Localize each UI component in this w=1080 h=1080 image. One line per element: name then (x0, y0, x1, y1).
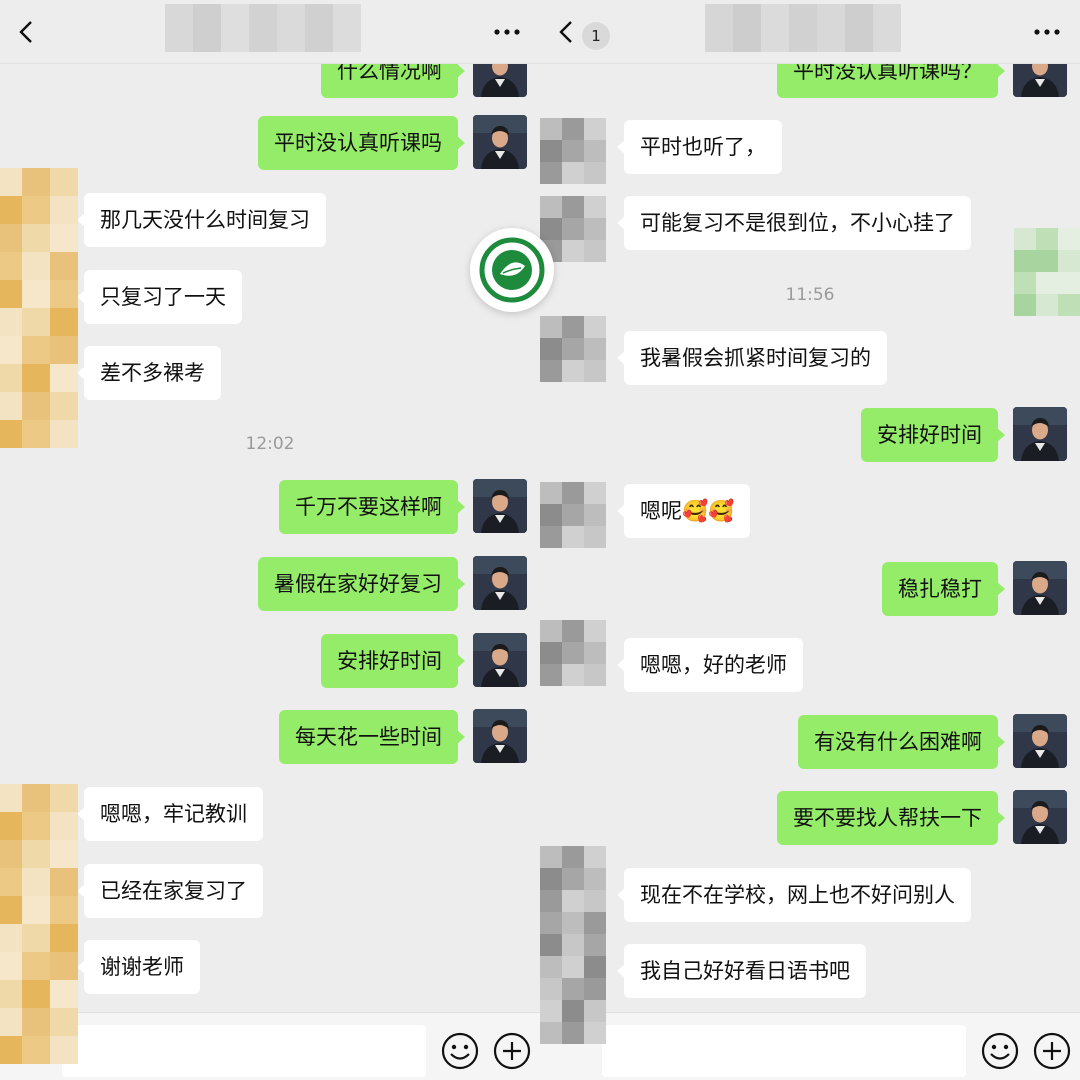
received-message-bubble[interactable]: 平时也听了， (617, 120, 782, 174)
more-dots-icon[interactable] (492, 22, 522, 42)
message-input[interactable] (602, 1025, 966, 1077)
sent-message-bubble[interactable]: 安排好时间 (861, 408, 1005, 462)
timestamp: 11:56 (785, 285, 835, 305)
teacher-avatar[interactable] (1013, 714, 1067, 768)
input-bar (540, 1012, 1080, 1080)
emoji-smile-icon[interactable] (440, 1031, 480, 1071)
green-leaf-seal-logo (470, 228, 554, 312)
sent-message-bubble[interactable]: 平时没认真听课吗 (258, 116, 465, 170)
teacher-avatar[interactable] (473, 115, 527, 169)
emoji-smile-icon[interactable] (980, 1031, 1020, 1071)
received-message-bubble[interactable]: 那几天没什么时间复习 (77, 193, 326, 247)
student-avatar-blurred[interactable] (1014, 228, 1080, 316)
received-message-bubble[interactable]: 我暑假会抓紧时间复习的 (617, 331, 887, 385)
sent-message-bubble[interactable]: 暑假在家好好复习 (258, 557, 465, 611)
received-message-bubble[interactable]: 我自己好好看日语书吧 (617, 944, 866, 998)
plus-circle-icon[interactable] (492, 1031, 532, 1071)
received-message-bubble[interactable]: 谢谢老师 (77, 940, 200, 994)
student-avatar-blurred[interactable] (540, 846, 606, 1044)
received-message-bubble[interactable]: 嗯呢🥰🥰 (616, 484, 751, 538)
chevron-left-icon[interactable] (558, 20, 574, 44)
chat-panel-right: 1 11:56 平时没认真听课吗？ 平时也听了， 可能复习不是很到位，不小心挂了 我暑… (540, 0, 1080, 1080)
student-avatar-blurred[interactable] (540, 118, 606, 184)
sent-message-bubble[interactable]: 稳扎稳打 (882, 562, 1005, 616)
student-avatar-blurred[interactable] (540, 482, 606, 548)
received-message-bubble[interactable]: 嗯嗯，好的老师 (617, 638, 803, 692)
chat-header: 1 (540, 0, 1080, 64)
received-message-bubble[interactable]: 差不多裸考 (77, 346, 221, 400)
timestamp: 12:02 (245, 434, 295, 454)
teacher-avatar[interactable] (473, 633, 527, 687)
sent-message-bubble[interactable]: 要不要找人帮扶一下 (777, 791, 1005, 845)
teacher-avatar[interactable] (1013, 407, 1067, 461)
received-message-bubble[interactable]: 嗯嗯，牢记教训 (77, 787, 263, 841)
teacher-avatar[interactable] (473, 479, 527, 533)
message-input[interactable] (62, 1025, 426, 1077)
contact-name-blurred (165, 4, 361, 52)
teacher-avatar[interactable] (473, 709, 527, 763)
sent-message-bubble[interactable]: 千万不要这样啊 (279, 480, 465, 534)
more-dots-icon[interactable] (1032, 22, 1062, 42)
sent-message-bubble[interactable]: 每天花一些时间 (279, 710, 465, 764)
received-message-bubble[interactable]: 已经在家复习了 (77, 864, 263, 918)
received-message-bubble[interactable]: 现在不在学校，网上也不好问别人 (617, 868, 971, 922)
input-bar (0, 1012, 540, 1080)
chat-header (0, 0, 540, 64)
student-avatar-blurred[interactable] (540, 620, 606, 686)
student-avatar-blurred[interactable] (540, 316, 606, 382)
received-message-bubble[interactable]: 可能复习不是很到位，不小心挂了 (617, 196, 971, 250)
unread-count-badge[interactable]: 1 (582, 22, 610, 50)
plus-circle-icon[interactable] (1032, 1031, 1072, 1071)
sent-message-bubble[interactable]: 有没有什么困难啊 (798, 715, 1005, 769)
contact-name-blurred (705, 4, 901, 52)
received-message-bubble[interactable]: 只复习了一天 (77, 270, 242, 324)
teacher-avatar[interactable] (1013, 790, 1067, 844)
teacher-avatar[interactable] (1013, 561, 1067, 615)
student-avatar-blurred[interactable] (0, 168, 78, 448)
teacher-avatar[interactable] (473, 556, 527, 610)
sent-message-bubble[interactable]: 安排好时间 (321, 634, 465, 688)
student-avatar-blurred[interactable] (0, 784, 78, 1064)
chevron-left-icon[interactable] (18, 20, 34, 44)
chat-panel-left: 12:02 什么情况啊 平时没认真听课吗 那几天没什么时间复习 只复习了一天 差不多裸考… (0, 0, 540, 1080)
